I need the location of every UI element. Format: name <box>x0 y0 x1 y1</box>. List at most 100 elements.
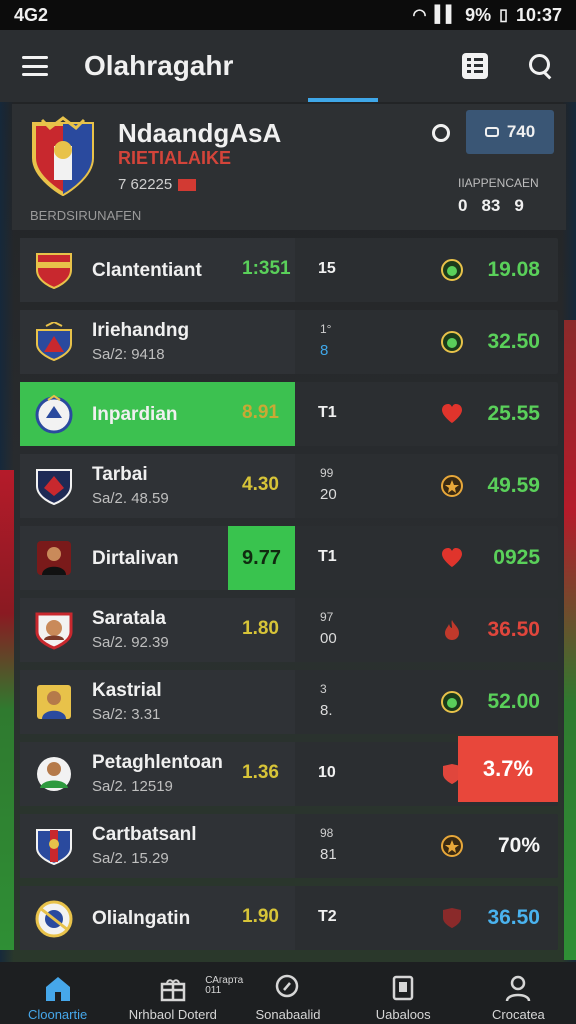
whistle-icon <box>441 691 463 713</box>
stadium-edge-left <box>0 470 14 950</box>
player-rating: 8.91 <box>242 402 279 423</box>
list-item[interactable]: Iriehandng Sa/2: 9418 1° 8 32.50 <box>20 310 558 374</box>
list-item[interactable]: Saratala Sa/2. 92.39 1.80 97 00 36.50 <box>20 598 558 662</box>
nav-label: Nrhbaol Doterd <box>128 1007 217 1022</box>
heart-icon <box>442 404 462 423</box>
player-name: Inpardian <box>92 404 178 425</box>
team-caption: BERDSIRUNAFEN <box>30 208 142 223</box>
team-stat-value: 7 62225 <box>118 176 173 193</box>
player-rating: 4.30 <box>242 474 279 495</box>
battery-percent: 9% <box>465 4 492 25</box>
player-score: 70% <box>497 834 540 857</box>
search-icon[interactable] <box>528 53 554 79</box>
list-item[interactable]: Cartbatsanl Sa/2. 15.29 98 81 70% <box>20 814 558 878</box>
nav-item-library[interactable]: Uabaloos <box>346 962 461 1024</box>
club-crest-icon <box>35 394 73 434</box>
wifi-icon: ◠ <box>412 7 427 24</box>
home-icon <box>45 977 70 1001</box>
nav-label: Cloonartie <box>27 1007 88 1022</box>
nav-item-home[interactable]: Cloonartie <box>0 962 115 1024</box>
player-count-top: 3 <box>320 682 327 696</box>
player-name: Iriehandng <box>92 320 190 341</box>
player-subtext: Sa/2. 15.29 <box>92 850 169 867</box>
heart-icon <box>442 548 462 567</box>
nav-label: Sonabaalid <box>255 1007 321 1022</box>
player-name: Cartbatsanl <box>92 824 197 845</box>
nav-item-profile[interactable]: Crocatea <box>461 962 576 1024</box>
header-meta-value: 9 <box>514 196 524 215</box>
nav-item-search[interactable]: Sonabaalid <box>230 962 345 1024</box>
list-item[interactable]: Olialngatin 1.90 T2 36.50 <box>20 886 558 950</box>
club-crest-icon <box>36 829 72 866</box>
search-icon <box>275 974 299 998</box>
app-bar: Olahragahr <box>0 30 576 102</box>
header-meta-values: 0 83 9 <box>458 196 524 216</box>
status-network: 4G2 <box>14 4 49 25</box>
player-count-top: 1° <box>320 322 332 336</box>
player-rating-box: 9.77 <box>228 526 295 590</box>
player-list: Clantentiant 1:351 15 19.08 Iriehandng S… <box>20 238 558 958</box>
player-rating: 1.80 <box>242 618 279 639</box>
header-button-label: 740 <box>506 122 536 141</box>
nav-label: Crocatea <box>492 1007 545 1022</box>
list-view-icon[interactable] <box>462 53 488 79</box>
player-name: Tarbai <box>92 464 148 485</box>
player-name: Saratala <box>92 608 166 629</box>
player-count-bottom: 8 <box>320 342 329 359</box>
player-count: 15 <box>318 260 336 277</box>
player-count-bottom: 8. <box>320 702 333 719</box>
header-meta-value: 83 <box>481 196 501 215</box>
stadium-edge-right <box>564 320 576 960</box>
medal-icon <box>441 835 463 857</box>
player-score: 19.08 <box>487 258 540 281</box>
watch-icon[interactable] <box>432 124 450 142</box>
status-right: ◠ ▌▌ 9% ▯ 10:37 <box>412 5 562 26</box>
header-meta-value: 0 <box>458 196 468 215</box>
whistle-icon <box>441 259 463 281</box>
signal-icon: ▌▌ <box>434 6 458 23</box>
player-name: Kastrial <box>92 680 162 701</box>
player-name: Dirtalivan <box>92 548 179 569</box>
player-score: 36.50 <box>487 618 540 641</box>
gift-icon <box>160 979 186 1002</box>
player-count-bottom: 81 <box>320 846 337 863</box>
player-name: Petaghlentoan <box>92 752 223 773</box>
player-subtext: Sa/2. 12519 <box>92 778 173 795</box>
list-item[interactable]: Kastrial Sa/2: 3.31 3 8. 52.00 <box>20 670 558 734</box>
player-score-box: 3.7% <box>458 736 558 802</box>
player-name: Olialngatin <box>92 908 191 929</box>
status-bar: 4G2 ◠ ▌▌ 9% ▯ 10:37 <box>0 0 576 30</box>
team-header-card: NdaandgAsA RIETIALAIKE 7 62225 BERDSIRUN… <box>12 104 566 230</box>
player-score: 49.59 <box>487 474 540 497</box>
player-count-bottom: 00 <box>320 630 337 647</box>
team-crest-icon <box>32 116 94 196</box>
player-count-top: 98 <box>320 826 334 840</box>
club-crest-icon <box>35 900 73 938</box>
team-name: NdaandgAsA <box>118 118 282 148</box>
battery-icon: ▯ <box>499 7 508 24</box>
header-meta-label: IIAPPENCAEN <box>458 176 539 190</box>
list-item[interactable]: Inpardian 8.91 T1 25.55 <box>20 382 558 446</box>
list-item[interactable]: Petaghlentoan Sa/2. 12519 1.36 10 3.7% <box>20 736 558 806</box>
player-score: 36.50 <box>487 906 540 929</box>
status-time: 10:37 <box>515 4 562 25</box>
player-score: 52.00 <box>487 690 540 713</box>
player-avatar <box>37 757 71 791</box>
player-rating: 1.90 <box>242 906 279 927</box>
player-rating: 1:351 <box>242 258 291 279</box>
player-avatar <box>37 685 71 719</box>
tab-indicator <box>308 98 378 102</box>
header-action-button[interactable]: 740 <box>466 110 554 154</box>
player-subtext: Sa/2. 48.59 <box>92 490 169 507</box>
menu-icon[interactable] <box>22 56 48 76</box>
list-item[interactable]: Tarbai Sa/2. 48.59 4.30 99 20 49.59 <box>20 454 558 518</box>
player-count: 10 <box>318 764 336 781</box>
player-count: T1 <box>318 404 337 421</box>
list-item[interactable]: Dirtalivan 9.77 T1 0925 <box>20 526 558 590</box>
club-crest-icon <box>36 253 72 290</box>
bottom-navigation: Cloonartie САгарта 011 Nrhbaol Doterd So… <box>0 962 576 1024</box>
nav-item-football[interactable]: САгарта 011 Nrhbaol Doterd <box>115 962 244 1024</box>
player-score: 32.50 <box>487 330 540 353</box>
player-avatar <box>35 612 73 650</box>
list-item[interactable]: Clantentiant 1:351 15 19.08 <box>20 238 558 302</box>
